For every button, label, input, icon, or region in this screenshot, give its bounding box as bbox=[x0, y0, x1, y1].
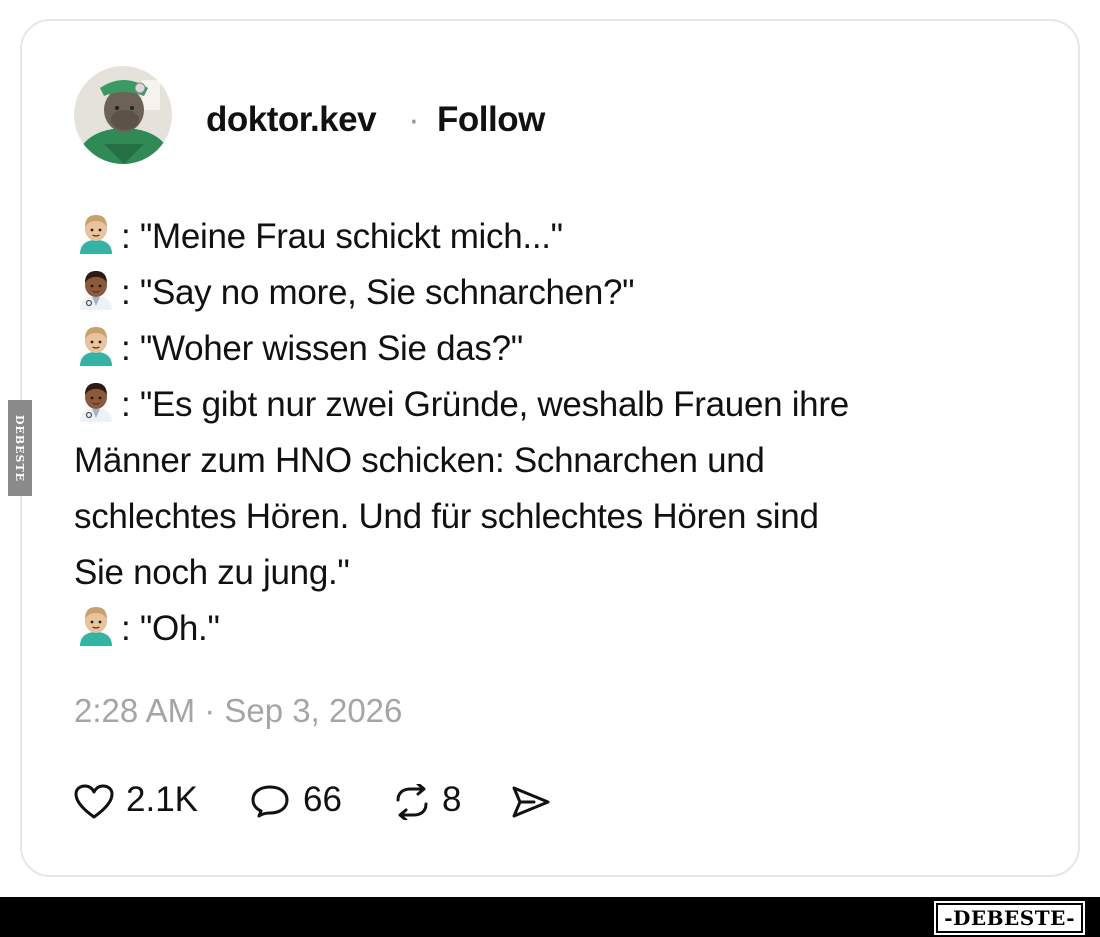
speech-bubble-icon bbox=[251, 785, 289, 818]
doctor-emoji-icon bbox=[80, 271, 112, 310]
post-line-text: Männer zum HNO schicken: Schnarchen und bbox=[74, 441, 765, 480]
footer-logo[interactable]: -DEBESTE- bbox=[934, 901, 1085, 935]
post-line-text: schlechtes Hören. Und für schlechtes Hör… bbox=[74, 497, 819, 536]
post-line: : "Say no more, Sie schnarchen?" bbox=[74, 265, 974, 321]
share-button[interactable] bbox=[510, 778, 554, 824]
post-line: Männer zum HNO schicken: Schnarchen und bbox=[74, 433, 974, 489]
patient-emoji-icon bbox=[80, 215, 112, 254]
post-line: schlechtes Hören. Und für schlechtes Hör… bbox=[74, 489, 974, 545]
post-line: Sie noch zu jung." bbox=[74, 545, 974, 601]
post-line: : "Meine Frau schickt mich..." bbox=[74, 209, 974, 265]
post-line: : "Es gibt nur zwei Gründe, weshalb Frau… bbox=[74, 377, 974, 433]
post-body: : "Meine Frau schickt mich..." : "Say no … bbox=[74, 209, 974, 657]
post-line-text: : "Oh." bbox=[121, 609, 220, 648]
post-line-text: : "Meine Frau schickt mich..." bbox=[121, 217, 563, 256]
side-watermark-text: DEBESTE bbox=[13, 414, 27, 482]
send-icon bbox=[512, 786, 550, 818]
footer-bar: -DEBESTE- bbox=[0, 897, 1100, 937]
post-line: : "Oh." bbox=[74, 601, 974, 657]
like-count: 2.1K bbox=[126, 780, 198, 819]
post-line-text: Sie noch zu jung." bbox=[74, 553, 350, 592]
patient-emoji-icon bbox=[80, 607, 112, 646]
side-watermark: DEBESTE bbox=[8, 400, 32, 496]
repost-button[interactable]: 8 bbox=[392, 778, 472, 824]
like-button[interactable]: 2.1K bbox=[74, 778, 209, 824]
post-line-text: : "Woher wissen Sie das?" bbox=[121, 329, 523, 368]
repost-count: 8 bbox=[442, 780, 462, 819]
post-line-text: : "Es gibt nur zwei Gründe, weshalb Frau… bbox=[121, 385, 849, 424]
reply-button[interactable]: 66 bbox=[250, 778, 350, 824]
patient-emoji-icon bbox=[80, 327, 112, 366]
post-line: : "Woher wissen Sie das?" bbox=[74, 321, 974, 377]
avatar[interactable] bbox=[74, 66, 172, 164]
repost-arrows-icon bbox=[396, 784, 428, 820]
username-link[interactable]: doktor.kev bbox=[206, 100, 377, 140]
follow-button[interactable]: Follow bbox=[437, 100, 545, 140]
doctor-emoji-icon bbox=[80, 383, 112, 422]
header-separator: · bbox=[408, 100, 420, 139]
post-timestamp[interactable]: 2:28 AM · Sep 3, 2026 bbox=[74, 692, 402, 730]
heart-icon bbox=[74, 784, 114, 819]
post-line-text: : "Say no more, Sie schnarchen?" bbox=[121, 273, 635, 312]
reply-count: 66 bbox=[303, 780, 342, 819]
